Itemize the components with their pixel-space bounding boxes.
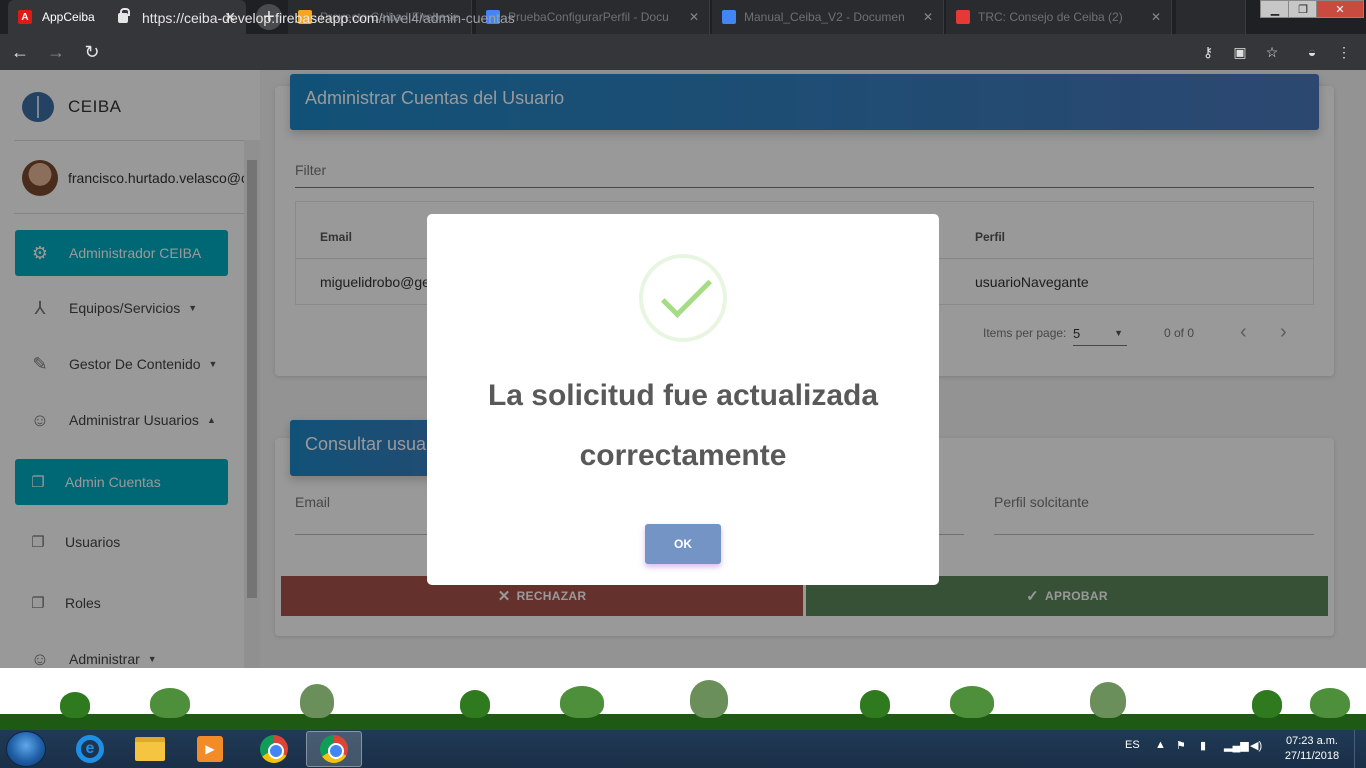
tab-title: Manual_Ceiba_V2 - Documen (744, 10, 905, 24)
tree-icon (560, 686, 604, 718)
menu-dots-icon[interactable]: ⋮ (1334, 42, 1354, 62)
tab-youtube[interactable]: TRC: Consejo de Ceiba (2) ✕ (946, 0, 1172, 34)
key-icon[interactable]: ⚷ (1198, 42, 1218, 62)
taskbar-ie[interactable]: e (62, 731, 118, 767)
tree-icon (950, 686, 994, 718)
ok-button[interactable]: OK (645, 524, 721, 564)
forest-banner (0, 668, 1366, 730)
chrome-icon (320, 735, 348, 763)
tab-docs-manual[interactable]: Manual_Ceiba_V2 - Documen ✕ (712, 0, 944, 34)
tree-icon (690, 680, 728, 718)
forward-icon[interactable]: → (40, 36, 72, 68)
docs-icon (722, 10, 736, 24)
taskbar-explorer[interactable] (122, 731, 178, 767)
close-tab-icon[interactable]: ✕ (923, 10, 933, 24)
taskbar-media-player[interactable]: ▶ (182, 731, 238, 767)
tree-icon (1310, 688, 1350, 718)
clock-time: 07:23 a.m. (1286, 735, 1338, 747)
network-signal-icon[interactable]: ▂▄▆ (1224, 739, 1249, 752)
flag-icon[interactable]: ⚑ (1176, 739, 1186, 752)
tab-title: TRC: Consejo de Ceiba (2) (978, 10, 1123, 24)
banner-ground (0, 714, 1366, 730)
volume-icon[interactable]: ◀) (1250, 739, 1262, 752)
language-indicator[interactable]: ES (1125, 739, 1140, 751)
minimize-button[interactable]: ▁ (1260, 0, 1290, 18)
taskbar-chrome[interactable] (246, 731, 302, 767)
tree-icon (60, 692, 90, 718)
translate-icon[interactable]: ▣ (1230, 42, 1250, 62)
close-tab-icon[interactable]: ✕ (1151, 10, 1161, 24)
tree-icon (150, 688, 190, 718)
tree-icon (860, 690, 890, 718)
star-icon[interactable]: ☆ (1262, 42, 1282, 62)
tab-title: PruebaConfigurarPerfil - Docu (508, 10, 669, 24)
back-icon[interactable]: ← (4, 36, 36, 68)
maximize-button[interactable]: ❐ (1288, 0, 1318, 18)
system-clock[interactable]: 07:23 a.m. 27/11/2018 (1278, 734, 1346, 764)
tab-profile[interactable] (1176, 0, 1246, 34)
clock-date: 27/11/2018 (1284, 750, 1340, 762)
address-toolbar: ← → ↻ (0, 34, 1366, 70)
chrome-icon (260, 735, 288, 763)
show-hidden-icons-icon[interactable]: ▲ (1155, 739, 1166, 751)
power-icon[interactable]: ▮ (1200, 739, 1206, 752)
youtube-icon (956, 10, 970, 24)
start-button[interactable] (6, 731, 46, 767)
success-dialog: La solicitud fue actualizada correctamen… (427, 214, 939, 585)
tree-icon (460, 690, 490, 718)
dialog-message: La solicitud fue actualizada correctamen… (487, 379, 879, 472)
success-check-icon (639, 254, 727, 342)
taskbar: e ▶ ES ▲ ⚑ ▮ ▂▄▆ ◀) 07:23 a.m. 27/11/201… (0, 730, 1366, 768)
url-host: https://ceiba-develop.firebaseapp.com (142, 10, 379, 26)
folder-icon (135, 737, 165, 761)
tree-icon (1252, 690, 1282, 718)
media-player-icon: ▶ (197, 736, 223, 762)
url-bar[interactable]: https://ceiba-develop.firebaseapp.com /n… (118, 8, 515, 28)
tree-icon (300, 684, 334, 718)
taskbar-chrome-active[interactable] (306, 731, 362, 767)
url-path: /nivel4/admin-cuentas (378, 10, 515, 26)
close-window-button[interactable]: ✕ (1316, 0, 1364, 18)
internet-explorer-icon: e (76, 735, 104, 763)
reload-icon[interactable]: ↻ (76, 36, 108, 68)
lock-icon (118, 8, 130, 23)
tree-icon (1090, 682, 1126, 718)
show-desktop-button[interactable] (1354, 730, 1366, 768)
angular-icon: A (18, 10, 32, 24)
incognito-icon[interactable]: ◒ (1302, 42, 1322, 62)
close-tab-icon[interactable]: ✕ (689, 10, 699, 24)
